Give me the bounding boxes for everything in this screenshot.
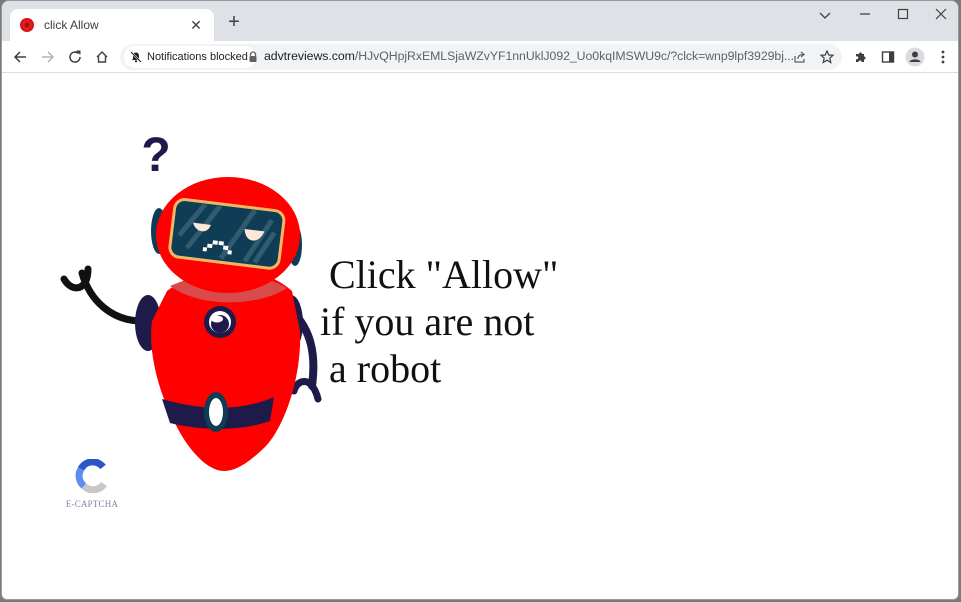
headline-line-2: if you are not [320, 299, 535, 344]
robot-mouth-pixel [227, 250, 232, 255]
robot-belt-buckle-inner [209, 398, 223, 426]
close-icon [935, 8, 947, 20]
headline-line-1: Click "Allow" [329, 252, 559, 297]
share-button[interactable] [788, 45, 812, 69]
close-window-button[interactable] [929, 5, 953, 27]
tab-close-button[interactable]: ✕ [188, 17, 204, 34]
new-tab-button[interactable]: + [224, 12, 244, 33]
bookmark-button[interactable] [815, 45, 839, 69]
headline: Click "Allow" if you are not a robot [320, 251, 558, 392]
headline-line-3: a robot [329, 346, 442, 391]
maximize-icon [897, 8, 909, 20]
side-panel-icon [881, 51, 895, 63]
url-host: advtreviews.com [264, 49, 355, 63]
profile-button[interactable] [903, 45, 927, 69]
tab-click-allow[interactable]: click Allow ✕ [10, 9, 214, 41]
puzzle-icon [856, 52, 866, 62]
home-button[interactable] [90, 45, 114, 69]
e-captcha-logo: E-CAPTCHA [64, 458, 120, 509]
profile-avatar-icon [905, 47, 925, 67]
tab-search-button[interactable] [813, 5, 837, 27]
home-icon [96, 51, 108, 63]
notifications-blocked-chip[interactable]: Notifications blocked [124, 46, 256, 68]
robot-visor [168, 198, 286, 270]
url-text[interactable]: advtreviews.com/HJvQHpjRxEMLSjaWZvYF1nnU… [264, 49, 794, 63]
address-bar[interactable]: Notifications blocked advtreviews.com/HJ… [120, 44, 842, 70]
browser-toolbar: Notifications blocked advtreviews.com/HJ… [2, 41, 958, 73]
robot-chest-button-shine [211, 315, 223, 323]
captcha-c-icon [75, 458, 107, 494]
robot-mouth-pixel [202, 247, 208, 252]
robot-left-arm [78, 269, 146, 325]
tab-title: click Allow [44, 18, 99, 32]
kebab-menu-icon [941, 50, 945, 64]
robot-mouth [212, 240, 218, 245]
extensions-button[interactable] [849, 45, 873, 69]
question-mark-icon: ? [141, 129, 170, 182]
back-arrow-icon [13, 51, 26, 63]
minimize-button[interactable] [853, 5, 877, 27]
robot-right-hand [290, 378, 322, 403]
maximize-button[interactable] [891, 5, 915, 27]
star-icon [820, 50, 834, 64]
browser-menu-button[interactable] [931, 45, 955, 69]
lock-icon[interactable] [248, 51, 258, 63]
page-content: ? Click "Allow" if you are not a robot E… [2, 73, 958, 599]
notifications-chip-label: Notifications blocked [147, 51, 248, 63]
back-button[interactable] [8, 45, 32, 69]
forward-arrow-icon [42, 51, 55, 63]
browser-window: click Allow ✕ + Notifications blocked ad… [1, 0, 959, 600]
robot-illustration: ? [60, 129, 322, 471]
share-icon [794, 51, 806, 63]
reload-icon [69, 50, 81, 63]
red-circle-icon [20, 18, 34, 32]
url-path: /HJvQHpjRxEMLSjaWZvYF1nnUklJ092_Uo0kqIMS… [354, 49, 794, 63]
forward-button[interactable] [36, 45, 60, 69]
minimize-icon [860, 13, 870, 15]
robot-mouth-pixel [218, 240, 224, 246]
bell-off-icon [130, 51, 142, 63]
robot-mouth-pixel [207, 243, 213, 249]
tab-strip: click Allow ✕ + [2, 1, 958, 41]
chevron-down-icon [819, 12, 831, 19]
e-captcha-label: E-CAPTCHA [65, 499, 119, 509]
side-panel-button[interactable] [876, 45, 900, 69]
reload-button[interactable] [63, 45, 87, 69]
robot-mouth-pixel [222, 245, 229, 251]
